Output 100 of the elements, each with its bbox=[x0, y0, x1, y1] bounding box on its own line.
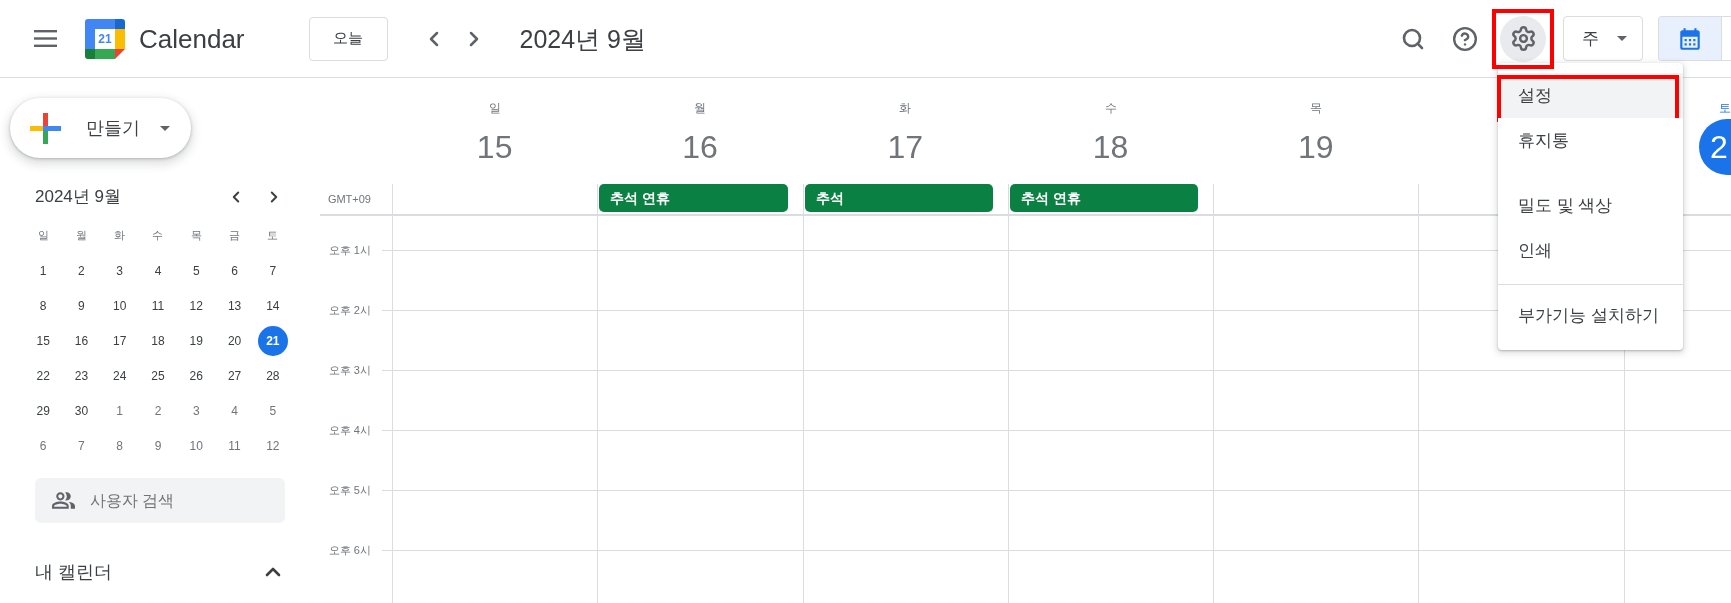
time-slot[interactable] bbox=[597, 490, 803, 550]
mini-calendar-day[interactable]: 6 bbox=[219, 255, 250, 286]
time-slot[interactable] bbox=[802, 370, 1008, 430]
time-slot[interactable] bbox=[802, 250, 1008, 310]
time-slot[interactable] bbox=[392, 550, 598, 603]
time-slot[interactable] bbox=[392, 430, 598, 490]
time-slot[interactable] bbox=[802, 310, 1008, 370]
mini-calendar-day[interactable]: 14 bbox=[257, 290, 288, 321]
time-slot[interactable] bbox=[597, 310, 803, 370]
mini-calendar-day[interactable]: 3 bbox=[181, 395, 212, 426]
time-slot[interactable] bbox=[597, 370, 803, 430]
time-slot[interactable] bbox=[392, 310, 598, 370]
mini-calendar-day[interactable]: 6 bbox=[28, 430, 59, 461]
mini-calendar-day[interactable]: 2 bbox=[143, 395, 173, 426]
mini-calendar-day[interactable]: 17 bbox=[104, 325, 135, 356]
time-slot[interactable] bbox=[1007, 490, 1214, 550]
mini-calendar-day[interactable]: 25 bbox=[143, 360, 173, 391]
mini-calendar-day[interactable]: 13 bbox=[219, 290, 250, 321]
time-slot[interactable] bbox=[1213, 430, 1419, 490]
mini-calendar-day[interactable]: 30 bbox=[66, 395, 97, 426]
mini-calendar-day[interactable]: 28 bbox=[257, 360, 288, 391]
mini-calendar-day[interactable]: 5 bbox=[257, 395, 288, 426]
mini-calendar-day[interactable]: 10 bbox=[181, 430, 212, 461]
mini-calendar-day[interactable]: 12 bbox=[181, 290, 212, 321]
mini-calendar-day[interactable]: 4 bbox=[143, 255, 173, 286]
mini-calendar-day[interactable]: 1 bbox=[28, 255, 59, 286]
time-slot[interactable] bbox=[1007, 550, 1214, 603]
time-slot[interactable] bbox=[1623, 490, 1731, 550]
menu-item[interactable]: 밀도 및 색상 bbox=[1498, 183, 1683, 228]
time-slot[interactable] bbox=[1213, 370, 1419, 430]
mini-calendar-day[interactable]: 24 bbox=[104, 360, 135, 391]
mini-calendar-day[interactable]: 26 bbox=[181, 360, 212, 391]
time-slot[interactable] bbox=[597, 550, 803, 603]
mini-calendar-day[interactable]: 8 bbox=[28, 290, 59, 321]
time-slot[interactable] bbox=[1007, 430, 1214, 490]
time-slot[interactable] bbox=[392, 370, 598, 430]
settings-button[interactable] bbox=[1500, 15, 1546, 62]
all-day-event[interactable]: 추석 연휴 bbox=[1009, 184, 1199, 212]
all-day-event[interactable]: 추석 bbox=[804, 184, 993, 212]
time-slot[interactable] bbox=[1623, 370, 1731, 430]
mini-calendar-day[interactable]: 10 bbox=[104, 290, 135, 321]
time-slot[interactable] bbox=[1213, 550, 1419, 603]
time-slot[interactable] bbox=[1213, 490, 1419, 550]
time-slot[interactable] bbox=[1007, 310, 1214, 370]
time-slot[interactable] bbox=[802, 550, 1008, 603]
date-button[interactable]: 15 bbox=[476, 127, 513, 167]
time-slot[interactable] bbox=[802, 490, 1008, 550]
today-date-button[interactable]: 2 bbox=[1699, 119, 1731, 175]
time-slot[interactable] bbox=[1623, 430, 1731, 490]
mini-calendar-day[interactable]: 5 bbox=[181, 255, 212, 286]
mini-calendar-day[interactable]: 18 bbox=[143, 325, 173, 356]
people-search-field[interactable]: 사용자 검색 bbox=[35, 478, 285, 523]
time-slot[interactable] bbox=[802, 430, 1008, 490]
mini-calendar-day[interactable]: 29 bbox=[28, 395, 59, 426]
view-select-dropdown[interactable]: 주 bbox=[1563, 16, 1643, 61]
time-slot[interactable] bbox=[1213, 310, 1419, 370]
time-slot[interactable] bbox=[1007, 250, 1214, 310]
time-slot[interactable] bbox=[1418, 370, 1624, 430]
date-button[interactable]: 16 bbox=[682, 127, 718, 167]
view-toggle-button[interactable] bbox=[1659, 17, 1721, 60]
mini-calendar-day[interactable]: 8 bbox=[104, 430, 135, 461]
mini-calendar-day[interactable]: 16 bbox=[66, 325, 97, 356]
mini-calendar-day[interactable]: 19 bbox=[181, 325, 212, 356]
all-day-event[interactable]: 추석 연휴 bbox=[599, 184, 788, 212]
create-button[interactable]: 만들기 bbox=[10, 98, 191, 158]
date-button[interactable]: 19 bbox=[1298, 127, 1334, 167]
mini-calendar-day[interactable]: 7 bbox=[66, 430, 97, 461]
time-slot[interactable] bbox=[392, 490, 598, 550]
mini-calendar-day[interactable]: 3 bbox=[104, 255, 135, 286]
time-slot[interactable] bbox=[1418, 430, 1624, 490]
mini-calendar-day[interactable]: 11 bbox=[143, 290, 173, 321]
mini-calendar-day[interactable]: 12 bbox=[257, 430, 288, 461]
mini-calendar-day[interactable]: 15 bbox=[28, 325, 59, 356]
mini-calendar-day[interactable]: 11 bbox=[219, 430, 250, 461]
mini-calendar-day[interactable]: 4 bbox=[219, 395, 250, 426]
today-button[interactable]: 오늘 bbox=[308, 16, 388, 61]
weekday-label: 화 bbox=[114, 228, 126, 244]
mini-calendar-day[interactable]: 2 bbox=[66, 255, 97, 286]
mini-calendar-day[interactable]: 22 bbox=[28, 360, 59, 391]
time-slot[interactable] bbox=[392, 250, 598, 310]
time-slot[interactable] bbox=[1213, 250, 1419, 310]
menu-item[interactable]: 휴지통 bbox=[1498, 118, 1683, 163]
date-button[interactable]: 17 bbox=[887, 127, 924, 167]
time-slot[interactable] bbox=[1007, 370, 1214, 430]
time-slot[interactable] bbox=[1418, 490, 1624, 550]
mini-calendar-day[interactable]: 1 bbox=[104, 395, 135, 426]
menu-item[interactable]: 인쇄 bbox=[1498, 228, 1683, 273]
mini-calendar-day[interactable]: 7 bbox=[257, 255, 288, 286]
mini-calendar-day[interactable]: 27 bbox=[219, 360, 250, 391]
time-slot[interactable] bbox=[1623, 550, 1731, 603]
time-slot[interactable] bbox=[597, 250, 803, 310]
time-slot[interactable] bbox=[1418, 550, 1624, 603]
mini-calendar-day[interactable]: 9 bbox=[143, 430, 173, 461]
mini-calendar-day[interactable]: 21 bbox=[257, 325, 288, 356]
mini-calendar-day[interactable]: 9 bbox=[66, 290, 97, 321]
date-button[interactable]: 18 bbox=[1092, 127, 1129, 167]
time-slot[interactable] bbox=[597, 430, 803, 490]
menu-item[interactable]: 부가기능 설치하기 bbox=[1498, 293, 1683, 338]
mini-calendar-day[interactable]: 20 bbox=[219, 325, 250, 356]
mini-calendar-day[interactable]: 23 bbox=[66, 360, 97, 391]
